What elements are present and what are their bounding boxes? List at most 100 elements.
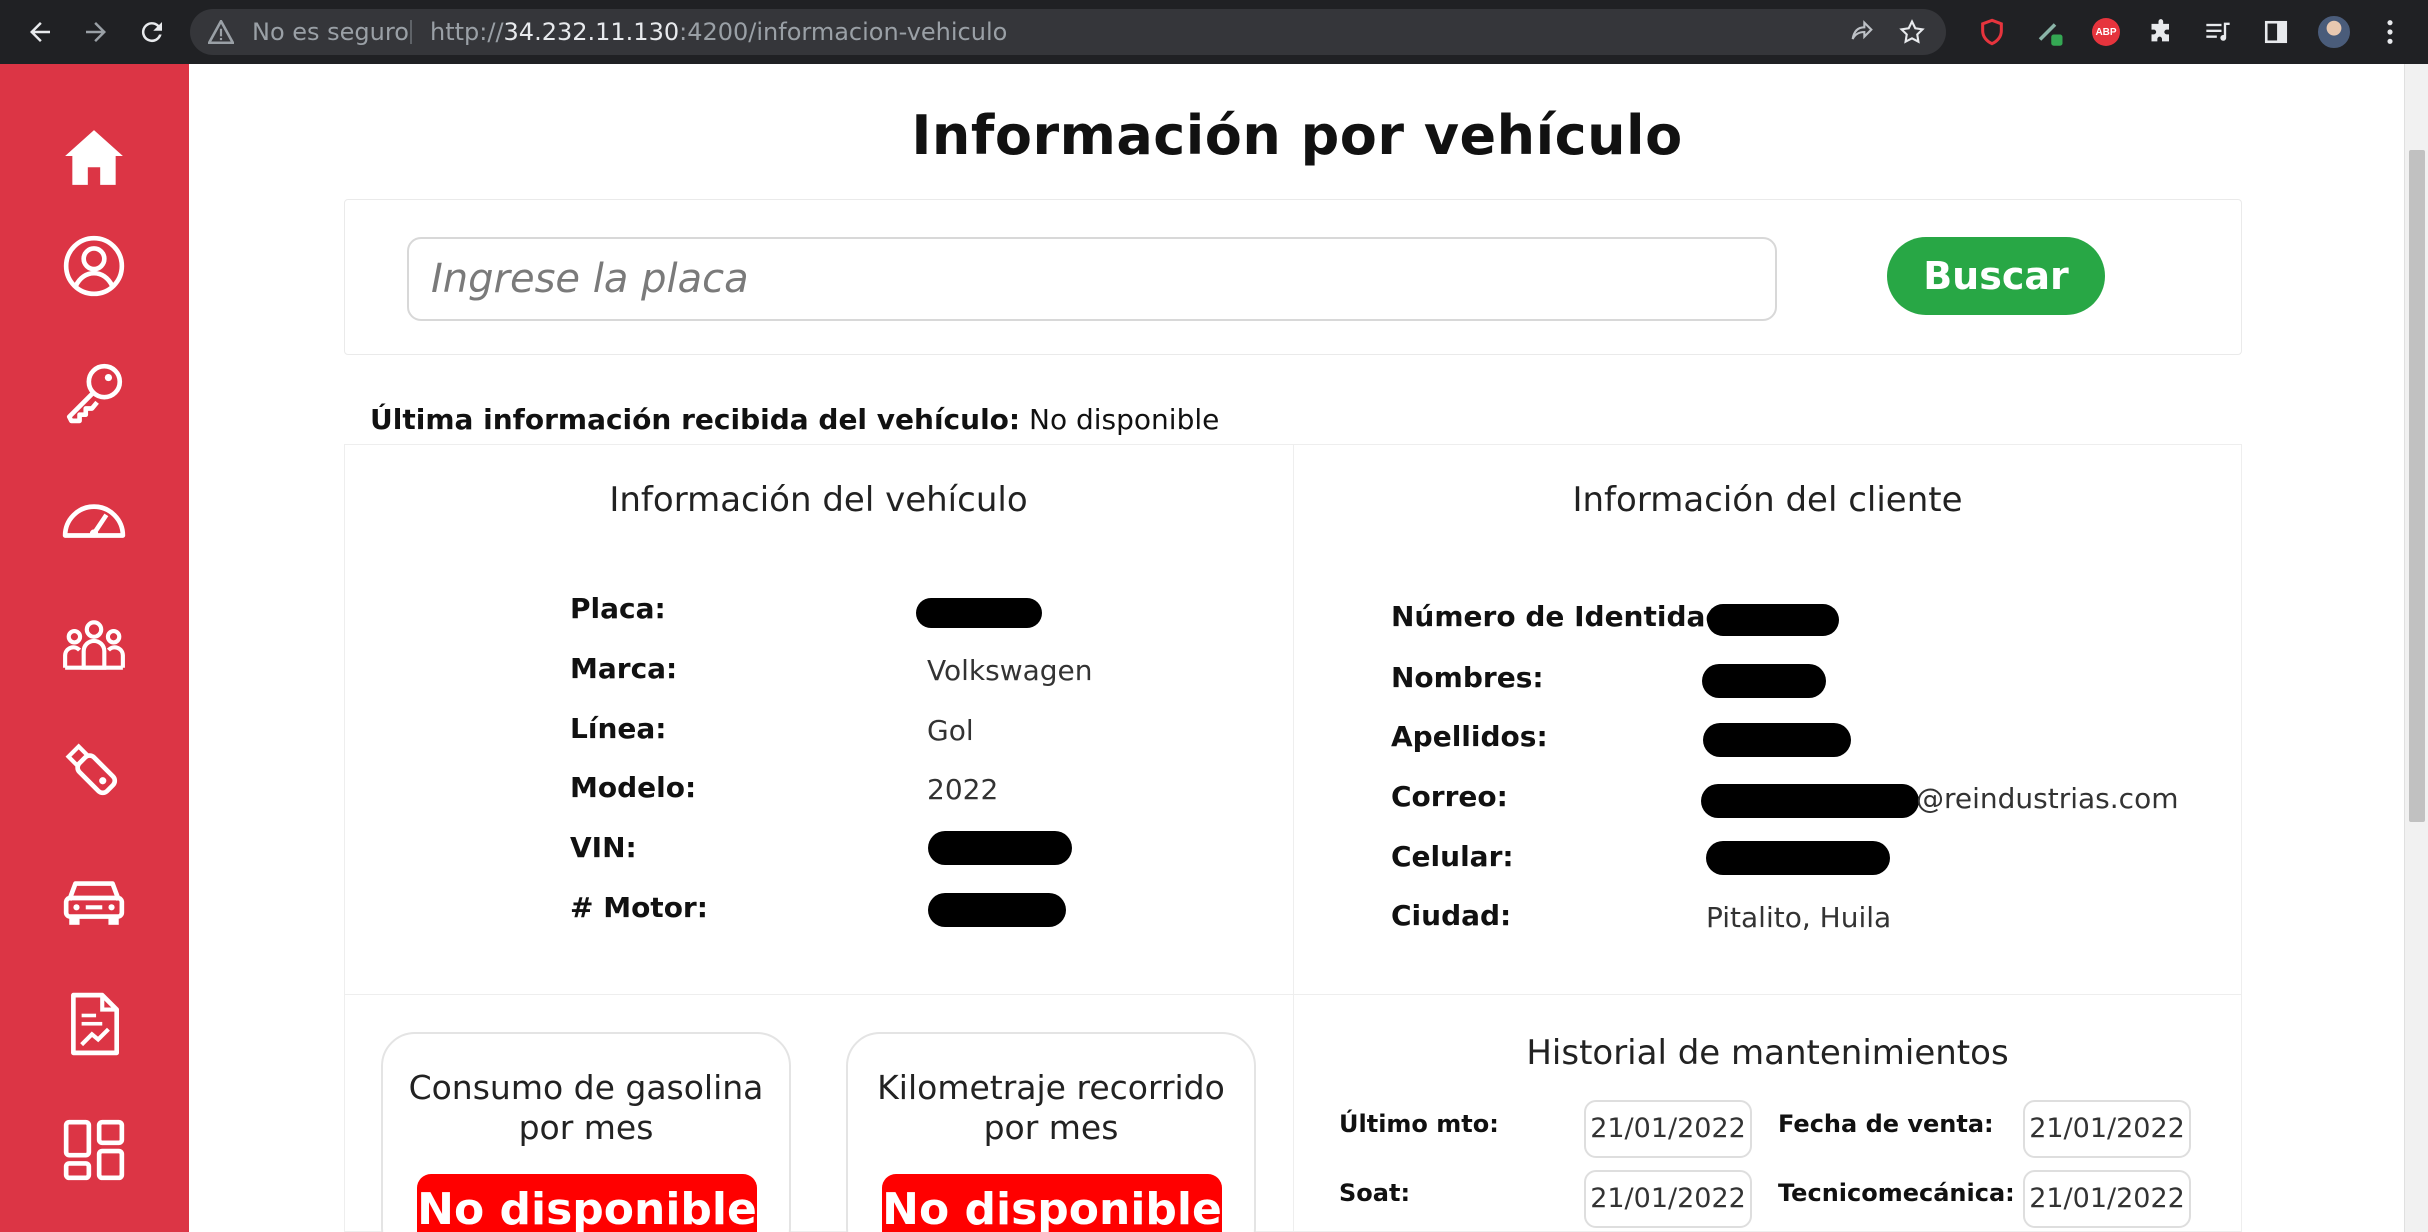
home-icon [65,130,123,185]
page-title: Información por vehículo [911,104,1683,167]
client-city-value: Pitalito, Huila [1706,901,1892,934]
sidebar-item-usb[interactable] [56,734,132,810]
url-text[interactable]: http://34.232.11.130:4200/informacion-ve… [430,9,1007,55]
mileage-title-line1: Kilometraje recorrido [877,1068,1225,1107]
client-names-label: Nombres: [1391,661,1544,694]
redacted-lastnames [1703,723,1851,757]
vehicle-line-label: Línea: [570,712,667,745]
last-maintenance-date[interactable]: 21/01/2022 [1584,1100,1752,1158]
redacted-vin [928,831,1072,865]
client-lastnames-label: Apellidos: [1391,720,1548,753]
sidepanel-icon [2264,20,2288,44]
extension-pen[interactable] [2034,16,2066,48]
car-icon [63,881,125,925]
address-bar[interactable]: No es seguro http://34.232.11.130:4200/i… [190,9,1946,55]
security-label: No es seguro [252,18,409,46]
sidebar-item-report[interactable] [56,986,132,1062]
sidebar-item-car[interactable] [56,860,132,936]
mileage-card: Kilometraje recorrido por mes No disponi… [846,1032,1256,1232]
vehicle-line-value: Gol [927,714,974,747]
sidebar-item-people[interactable] [56,607,132,683]
omnibox-separator [410,20,412,44]
last-info-label: Última información recibida del vehículo… [370,403,1021,436]
scrollbar[interactable] [2404,64,2428,1232]
media-button[interactable] [2202,16,2234,48]
star-icon[interactable] [1898,18,1926,46]
vehicle-motor-label: # Motor: [570,891,708,924]
soat-date[interactable]: 21/01/2022 [1584,1170,1752,1228]
vehicle-brand-value: Volkswagen [927,654,1093,687]
extension-shield[interactable] [1976,16,2008,48]
grid-divider-vertical [1293,444,1294,1232]
url-path: :4200/informacion-vehiculo [679,18,1008,46]
scrollbar-thumb[interactable] [2409,150,2425,822]
warning-icon [208,20,234,44]
key-icon [66,363,123,424]
url-prefix: http:// [430,18,504,46]
plate-search-input[interactable] [407,237,1777,321]
sidebar-item-key[interactable] [56,354,132,430]
mileage-title: Kilometraje recorrido por mes [848,1068,1254,1148]
playlist-icon [2206,22,2230,41]
redacted-plate [916,598,1042,628]
sale-date[interactable]: 21/01/2022 [2023,1100,2191,1158]
tecnomecanica-label: Tecnicomecánica: [1778,1179,2015,1207]
puzzle-icon [2151,19,2169,42]
kebab-menu-icon [2387,20,2393,44]
mileage-title-line2: por mes [983,1108,1119,1147]
vehicle-info-title: Información del vehículo [609,480,1028,520]
tecnomecanica-date[interactable]: 21/01/2022 [2023,1170,2191,1228]
maintenance-title: Historial de mantenimientos [1526,1033,2009,1073]
user-icon [63,235,125,297]
redacted-id [1707,604,1839,636]
report-icon [71,992,120,1056]
sidebar-item-home[interactable] [56,120,132,196]
profile-avatar[interactable] [2316,14,2352,50]
forward-button[interactable] [74,10,118,54]
sale-date-label: Fecha de venta: [1778,1110,1994,1138]
sidepanel-button[interactable] [2260,16,2292,48]
extensions-button[interactable] [2146,16,2178,48]
arrow-right-icon [86,22,106,42]
redacted-names [1702,664,1826,698]
search-card: Buscar [344,199,2242,355]
client-info-title: Información del cliente [1572,480,1963,520]
fuel-title-line2: por mes [518,1108,654,1147]
mileage-status-badge: No disponible [882,1174,1222,1232]
fuel-status-badge: No disponible [417,1174,757,1232]
menu-button[interactable] [2374,16,2406,48]
speedometer-icon [62,504,126,538]
arrow-left-icon [30,22,50,42]
reload-button[interactable] [130,10,174,54]
usb-icon [65,743,118,796]
search-button[interactable]: Buscar [1887,237,2105,315]
vehicle-model-value: 2022 [927,773,999,806]
dashboard-icon [63,1119,125,1181]
reload-icon [141,22,162,43]
browser-toolbar: No es seguro http://34.232.11.130:4200/i… [0,0,2428,64]
vehicle-model-label: Modelo: [570,771,697,804]
client-phone-label: Celular: [1391,840,1514,873]
extension-adblock[interactable]: ABP [2090,16,2122,48]
sidebar-item-dashboard[interactable] [56,1112,132,1188]
vehicle-plate-label: Placa: [570,592,666,625]
back-button[interactable] [18,10,62,54]
client-email-domain: @reindustrias.com [1916,782,2179,815]
vehicle-brand-label: Marca: [570,652,678,685]
vehicle-vin-label: VIN: [570,831,637,864]
sidebar [0,64,189,1232]
share-icon[interactable] [1848,18,1876,46]
sidebar-item-speed[interactable] [56,481,132,557]
fuel-consumption-card: Consumo de gasolina por mes No disponibl… [381,1032,791,1232]
grid-divider-horizontal [344,994,2242,995]
soat-label: Soat: [1339,1179,1411,1207]
sidebar-item-user[interactable] [56,228,132,304]
redacted-motor [928,893,1066,927]
client-id-label: Número de Identidad: [1391,600,1737,633]
client-city-label: Ciudad: [1391,899,1512,932]
shield-icon [1981,18,2003,46]
client-email-label: Correo: [1391,780,1508,813]
pen-icon [2038,23,2063,46]
redacted-phone [1706,841,1890,875]
fuel-title-line1: Consumo de gasolina [408,1068,764,1107]
